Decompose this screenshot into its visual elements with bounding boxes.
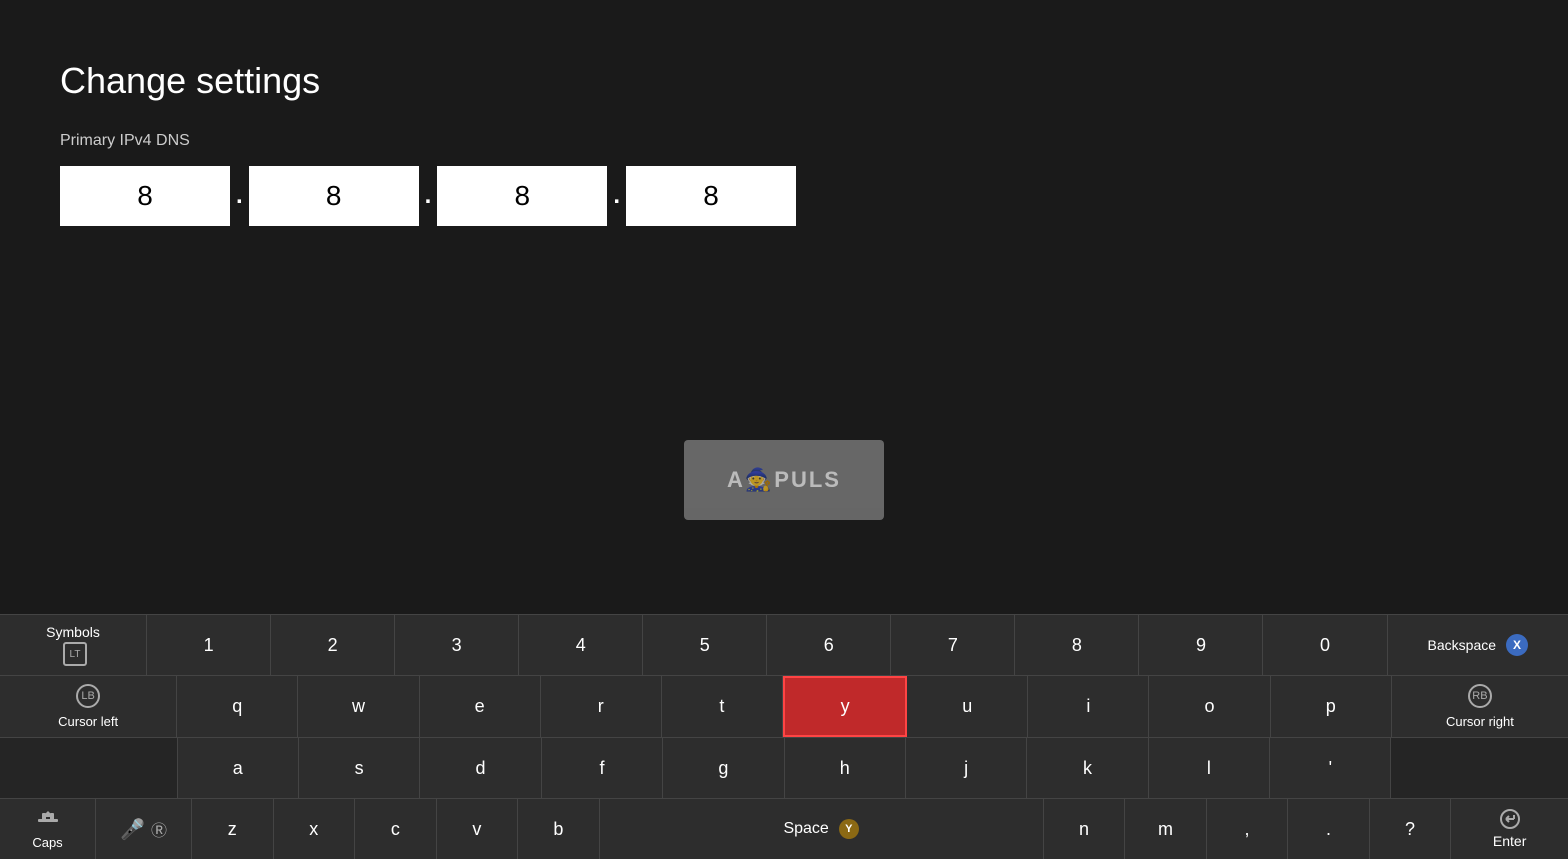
key-symbols[interactable]: Symbols LT bbox=[0, 615, 147, 675]
enter-label: Enter bbox=[1493, 833, 1526, 849]
key-q[interactable]: q bbox=[177, 676, 298, 737]
key-apostrophe[interactable]: ' bbox=[1270, 738, 1391, 798]
key-a[interactable]: a bbox=[178, 738, 299, 798]
watermark-text: A🧙PULS bbox=[727, 467, 841, 493]
key-f[interactable]: f bbox=[542, 738, 663, 798]
key-j[interactable]: j bbox=[906, 738, 1027, 798]
key-s[interactable]: s bbox=[299, 738, 420, 798]
key-1[interactable]: 1 bbox=[147, 615, 271, 675]
key-2[interactable]: 2 bbox=[271, 615, 395, 675]
dns-field-2[interactable]: 8 bbox=[249, 166, 419, 226]
rb-badge: RB bbox=[1468, 684, 1492, 708]
keyboard-row-2: LB Cursor left q w e r t y u i o p RB Cu… bbox=[0, 676, 1568, 738]
dns-label: Primary IPv4 DNS bbox=[60, 132, 1508, 150]
lb-badge: LB bbox=[76, 684, 100, 708]
enter-icon bbox=[1497, 809, 1523, 829]
top-section: Change settings Primary IPv4 DNS 8 . 8 .… bbox=[0, 0, 1568, 266]
x-badge: X bbox=[1506, 634, 1528, 656]
key-x[interactable]: x bbox=[274, 799, 356, 859]
key-question[interactable]: ? bbox=[1370, 799, 1452, 859]
keyboard-row-4: Caps 🎤 Ⓡ z x c v b Space Y n m , . ? Ent bbox=[0, 799, 1568, 859]
key-0[interactable]: 0 bbox=[1263, 615, 1387, 675]
dns-field-4[interactable]: 8 bbox=[626, 166, 796, 226]
key-b[interactable]: b bbox=[518, 799, 600, 859]
key-n[interactable]: n bbox=[1044, 799, 1126, 859]
key-e[interactable]: e bbox=[420, 676, 541, 737]
emoji-icon: Ⓡ bbox=[151, 817, 167, 841]
dns-dot-3: . bbox=[613, 182, 620, 210]
caps-label: Caps bbox=[32, 835, 62, 850]
key-p[interactable]: p bbox=[1271, 676, 1392, 737]
dns-dot-2: . bbox=[425, 182, 432, 210]
lt-badge: LT bbox=[63, 642, 87, 666]
space-label: Space bbox=[783, 820, 828, 838]
key-m[interactable]: m bbox=[1125, 799, 1207, 859]
key-o[interactable]: o bbox=[1149, 676, 1270, 737]
key-blank-left bbox=[0, 738, 178, 798]
key-3[interactable]: 3 bbox=[395, 615, 519, 675]
key-w[interactable]: w bbox=[298, 676, 419, 737]
key-blank-right bbox=[1391, 738, 1568, 798]
key-8[interactable]: 8 bbox=[1015, 615, 1139, 675]
caps-icon bbox=[34, 809, 62, 831]
key-v[interactable]: v bbox=[437, 799, 519, 859]
key-cursor-right[interactable]: RB Cursor right bbox=[1392, 676, 1568, 737]
key-backspace[interactable]: Backspace X bbox=[1388, 615, 1568, 675]
key-r[interactable]: r bbox=[541, 676, 662, 737]
dns-dot-1: . bbox=[236, 182, 243, 210]
key-k[interactable]: k bbox=[1027, 738, 1148, 798]
keyboard: Symbols LT 1 2 3 4 5 6 7 8 9 0 Backspace… bbox=[0, 614, 1568, 859]
symbols-label: Symbols bbox=[46, 624, 100, 640]
watermark: A🧙PULS bbox=[684, 440, 884, 520]
key-comma[interactable]: , bbox=[1207, 799, 1289, 859]
key-z[interactable]: z bbox=[192, 799, 274, 859]
cursor-right-label: Cursor right bbox=[1446, 714, 1514, 729]
key-u[interactable]: u bbox=[907, 676, 1028, 737]
mic-icon: 🎤 bbox=[120, 817, 145, 842]
key-9[interactable]: 9 bbox=[1139, 615, 1263, 675]
key-caps[interactable]: Caps bbox=[0, 799, 96, 859]
key-7[interactable]: 7 bbox=[891, 615, 1015, 675]
key-period[interactable]: . bbox=[1288, 799, 1370, 859]
key-4[interactable]: 4 bbox=[519, 615, 643, 675]
keyboard-row-3: a s d f g h j k l ' bbox=[0, 738, 1568, 799]
key-mic[interactable]: 🎤 Ⓡ bbox=[96, 799, 192, 859]
backspace-label: Backspace bbox=[1428, 637, 1496, 653]
key-5[interactable]: 5 bbox=[643, 615, 767, 675]
key-y[interactable]: y bbox=[783, 676, 907, 737]
dns-fields: 8 . 8 . 8 . 8 bbox=[60, 166, 1508, 226]
key-d[interactable]: d bbox=[420, 738, 541, 798]
key-g[interactable]: g bbox=[663, 738, 784, 798]
keyboard-row-1: Symbols LT 1 2 3 4 5 6 7 8 9 0 Backspace… bbox=[0, 615, 1568, 676]
key-enter[interactable]: Enter bbox=[1451, 799, 1568, 859]
key-h[interactable]: h bbox=[785, 738, 906, 798]
dns-field-1[interactable]: 8 bbox=[60, 166, 230, 226]
key-t[interactable]: t bbox=[662, 676, 783, 737]
key-cursor-left[interactable]: LB Cursor left bbox=[0, 676, 177, 737]
key-c[interactable]: c bbox=[355, 799, 437, 859]
cursor-left-label: Cursor left bbox=[58, 714, 118, 729]
key-6[interactable]: 6 bbox=[767, 615, 891, 675]
page-title: Change settings bbox=[60, 60, 1508, 102]
key-space[interactable]: Space Y bbox=[600, 799, 1044, 859]
dns-field-3[interactable]: 8 bbox=[437, 166, 607, 226]
key-i[interactable]: i bbox=[1028, 676, 1149, 737]
y-badge: Y bbox=[839, 819, 859, 839]
key-l[interactable]: l bbox=[1149, 738, 1270, 798]
